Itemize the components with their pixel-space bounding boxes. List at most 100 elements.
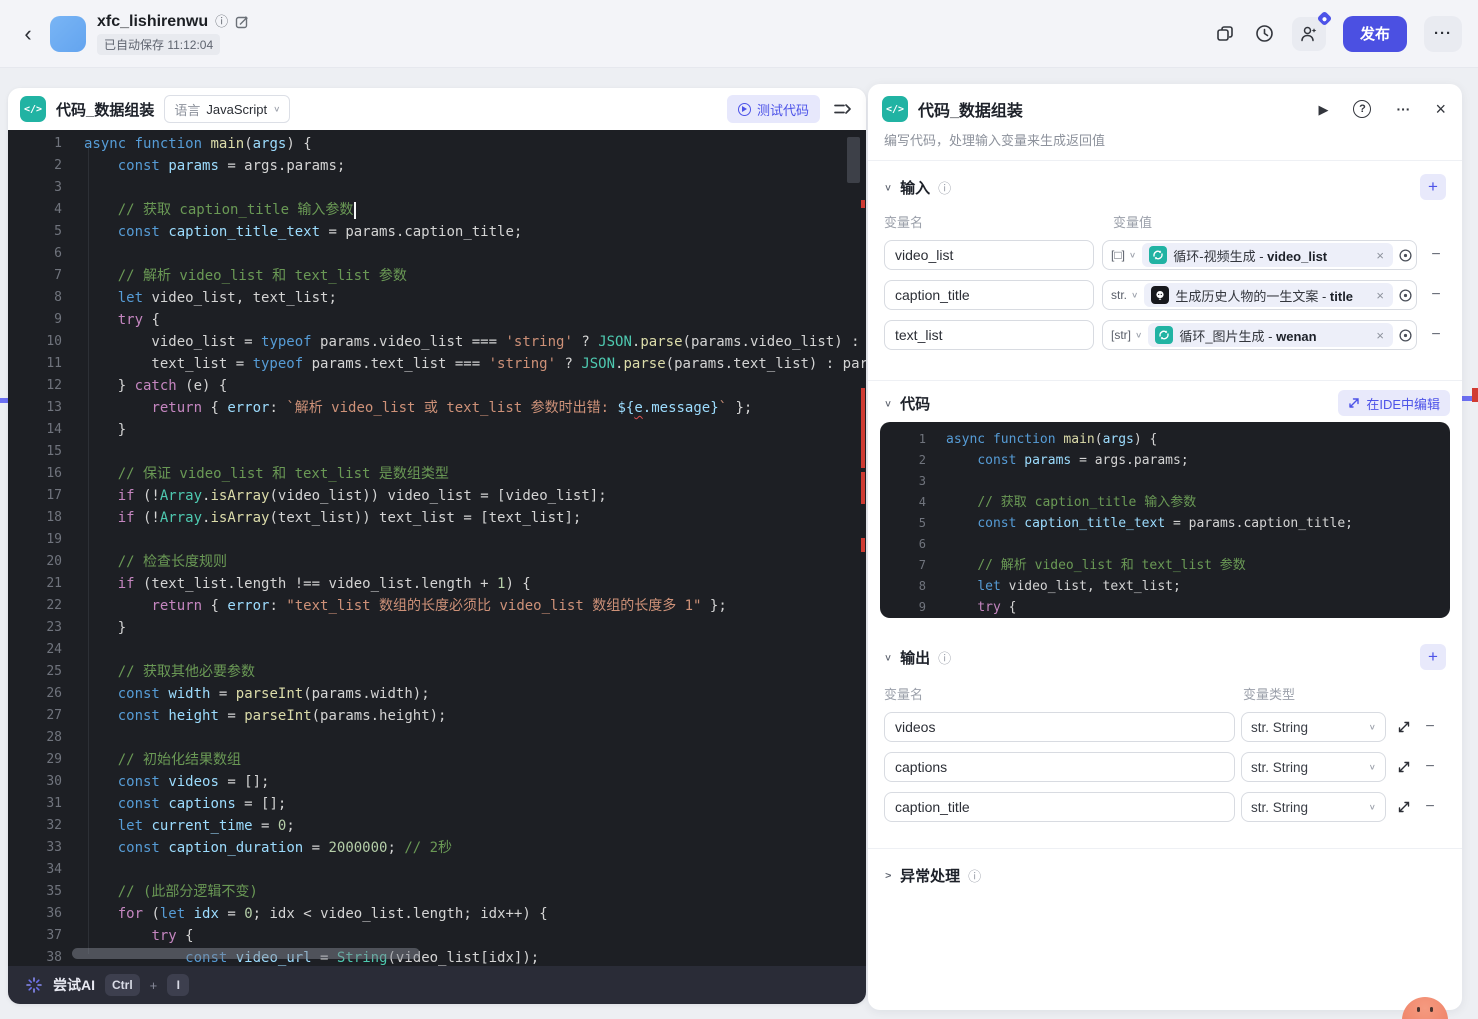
- input-name-field[interactable]: [884, 240, 1094, 270]
- code-preview-content: 1 async function main(args) {2 const para…: [880, 429, 1450, 618]
- code-editor[interactable]: 1 async function main(args) {2 const para…: [8, 130, 866, 966]
- code-line: 18 if (!Array.isArray(text_list)) text_l…: [46, 510, 582, 526]
- remove-output-button[interactable]: −: [1420, 798, 1440, 816]
- code-section-header[interactable]: ∨ 代码: [884, 390, 930, 416]
- exception-section-header[interactable]: ∨ 异常处理 ⓘ: [883, 862, 981, 888]
- code-preview[interactable]: 1 async function main(args) {2 const para…: [880, 422, 1450, 618]
- output-section-header[interactable]: ∨ 输出 ⓘ: [884, 644, 951, 670]
- test-code-button[interactable]: 测试代码: [726, 95, 820, 123]
- output-type-select[interactable]: str. String ∨: [1241, 712, 1386, 742]
- output-name-field[interactable]: [884, 792, 1235, 822]
- remove-input-button[interactable]: −: [1426, 246, 1446, 264]
- input-row: str.∨ 生成历史人物的一生文案 - title × −: [884, 280, 1446, 310]
- remove-input-button[interactable]: −: [1426, 286, 1446, 304]
- locate-node-icon[interactable]: [1394, 241, 1416, 269]
- code-line: 29 // 初始化结果数组: [46, 752, 242, 768]
- remove-output-button[interactable]: −: [1420, 718, 1440, 736]
- code-line: 31 const captions = [];: [46, 796, 287, 812]
- output-row: str. String∨ −: [884, 792, 1446, 822]
- language-select[interactable]: 语言 JavaScript ∨: [164, 95, 291, 123]
- loop-node-icon: [1149, 246, 1168, 264]
- type-chip[interactable]: str. ∨: [1103, 288, 1143, 302]
- edit-in-ide-button[interactable]: 在IDE中编辑: [1338, 390, 1450, 416]
- collaboration-button[interactable]: [1292, 10, 1333, 51]
- divider: [868, 160, 1462, 161]
- variable-reference-tag[interactable]: 循环_图片生成 - wenan ×: [1148, 323, 1393, 347]
- output-section-title: 输出: [900, 649, 931, 667]
- chevron-down-icon: ∨: [1368, 802, 1376, 812]
- input-col-name: 变量名: [884, 215, 924, 230]
- code-line: 30 const videos = [];: [46, 774, 270, 790]
- locate-node-icon[interactable]: [1394, 321, 1416, 349]
- error-overview-mark: [861, 200, 865, 208]
- input-value-control[interactable]: [□] ∨ 循环-视频生成 - video_list ×: [1102, 240, 1417, 270]
- code-line: 23 }: [46, 620, 127, 636]
- info-icon[interactable]: ⓘ: [215, 15, 228, 28]
- expand-icon[interactable]: [1397, 760, 1411, 774]
- publish-button[interactable]: 发布: [1343, 15, 1407, 52]
- back-button[interactable]: ‹: [16, 22, 40, 46]
- output-row: str. String∨ −: [884, 712, 1446, 742]
- clear-reference-icon[interactable]: ×: [1374, 248, 1386, 263]
- vertical-scrollbar[interactable]: [847, 137, 860, 183]
- variable-reference-tag[interactable]: 循环-视频生成 - video_list ×: [1142, 243, 1393, 267]
- expand-icon[interactable]: [1397, 720, 1411, 734]
- type-chip[interactable]: [□] ∨: [1103, 248, 1141, 262]
- output-name-field[interactable]: [884, 752, 1235, 782]
- divider: [868, 380, 1462, 381]
- ai-sparkle-icon: [26, 977, 42, 993]
- remove-input-button[interactable]: −: [1426, 326, 1446, 344]
- add-input-button[interactable]: +: [1420, 174, 1446, 200]
- locate-node-icon[interactable]: [1394, 281, 1416, 309]
- error-overview-mark: [861, 472, 865, 504]
- code-line: 4 // 获取 caption_title 输入参数: [918, 495, 1197, 510]
- collapse-panel-icon[interactable]: [830, 97, 854, 121]
- clear-reference-icon[interactable]: ×: [1374, 288, 1386, 303]
- code-line: 35 // (此部分逻辑不变): [46, 884, 258, 900]
- clear-reference-icon[interactable]: ×: [1374, 328, 1386, 343]
- help-icon[interactable]: ?: [1353, 100, 1372, 118]
- variable-reference-tag[interactable]: 生成历史人物的一生文案 - title ×: [1144, 283, 1393, 307]
- rename-icon[interactable]: [235, 15, 249, 29]
- close-icon[interactable]: ×: [1435, 100, 1446, 118]
- output-name-field[interactable]: [884, 712, 1235, 742]
- code-line: 11 text_list = typeof params.text_list =…: [46, 356, 866, 372]
- code-line: 4 // 获取 caption_title 输入参数: [8, 199, 866, 221]
- run-node-icon[interactable]: ▶: [1318, 103, 1328, 116]
- input-value-control[interactable]: str. ∨ 生成历史人物的一生文案 - title ×: [1102, 280, 1417, 310]
- chevron-down-icon: ∨: [1135, 330, 1143, 340]
- divider: [868, 848, 1462, 849]
- code-line: 16 // 保证 video_list 和 text_list 是数组类型: [46, 466, 449, 482]
- llm-node-icon: [1151, 286, 1170, 304]
- duplicate-icon[interactable]: [1214, 23, 1236, 45]
- history-icon[interactable]: [1253, 23, 1275, 45]
- panel-more-icon[interactable]: ···: [1396, 102, 1410, 116]
- type-chip[interactable]: [str] ∨: [1103, 328, 1147, 342]
- open-external-icon: [1349, 398, 1360, 408]
- code-line: 28: [46, 730, 62, 745]
- more-options-button[interactable]: ···: [1424, 15, 1462, 52]
- code-node-icon: </>: [20, 96, 46, 122]
- chevron-right-icon: ∨: [883, 870, 894, 880]
- input-value-control[interactable]: [str] ∨ 循环_图片生成 - wenan ×: [1102, 320, 1417, 350]
- code-line: 7 // 解析 video_list 和 text_list 参数: [54, 268, 407, 284]
- horizontal-scrollbar[interactable]: [72, 948, 420, 959]
- remove-output-button[interactable]: −: [1420, 758, 1440, 776]
- workflow-edge-fragment-left: [0, 398, 8, 403]
- input-name-field[interactable]: [884, 320, 1094, 350]
- code-editor-content[interactable]: 1 async function main(args) {2 const para…: [8, 133, 866, 966]
- try-ai-label: 尝试AI: [53, 977, 95, 993]
- topbar-actions: 发布 ···: [1214, 10, 1462, 52]
- input-row: [□]∨ 循环-视频生成 - video_list × −: [884, 240, 1446, 270]
- output-type-select[interactable]: str. String ∨: [1241, 792, 1386, 822]
- ai-assist-bar[interactable]: 尝试AI Ctrl + I: [8, 966, 866, 1004]
- add-output-button[interactable]: +: [1420, 644, 1446, 670]
- input-name-field[interactable]: [884, 280, 1094, 310]
- code-line: 3: [918, 474, 926, 488]
- error-overview-mark: [861, 538, 865, 552]
- expand-icon[interactable]: [1397, 800, 1411, 814]
- code-line: 33 const caption_duration = 2000000; // …: [46, 840, 453, 856]
- output-type-select[interactable]: str. String ∨: [1241, 752, 1386, 782]
- reference-label: 生成历史人物的一生文案 - title: [1175, 288, 1354, 304]
- input-section-header[interactable]: ∨ 输入 ⓘ: [884, 174, 951, 200]
